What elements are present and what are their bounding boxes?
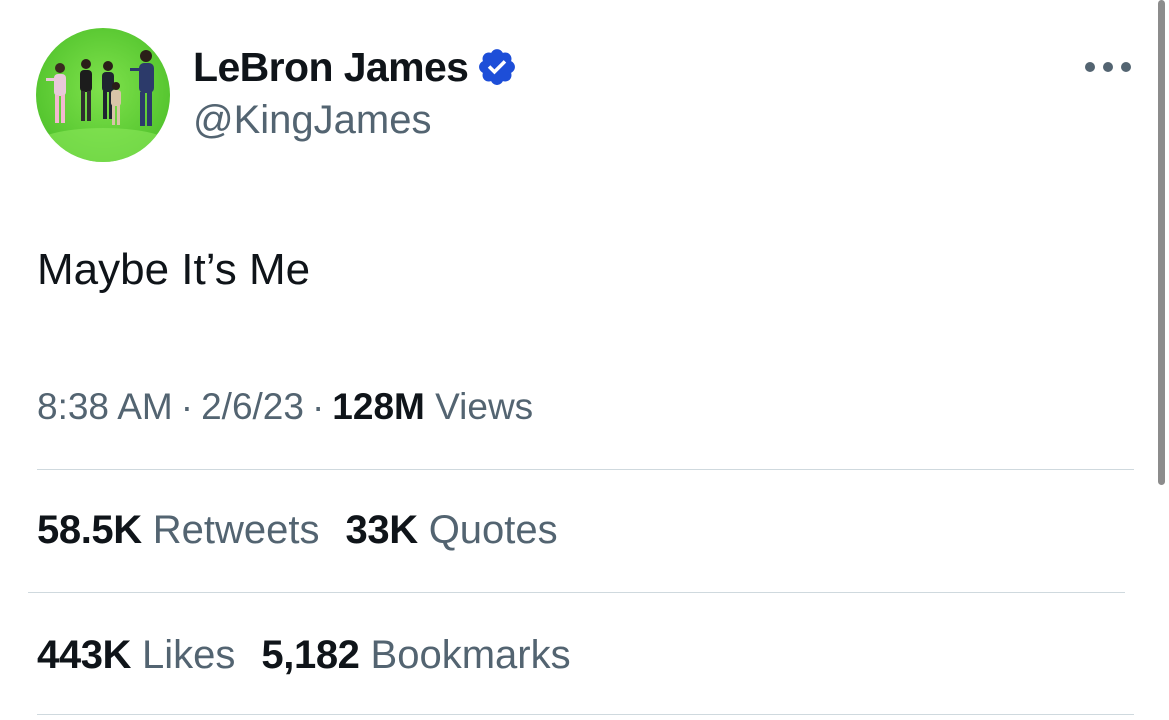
bookmarks-stat[interactable]: 5,182 Bookmarks [261,630,570,680]
engagement-row-1: 58.5K Retweets 33K Quotes [37,505,584,555]
likes-label: Likes [142,633,236,677]
views-label: Views [435,386,534,427]
divider [37,469,1134,470]
divider [37,714,1134,715]
tweet-detail-page: LeBron James @KingJames Maybe It’s Me 8:… [0,0,1169,720]
more-options-icon[interactable] [1085,56,1131,78]
divider [28,592,1125,593]
tweet-date[interactable]: 2/6/23 [201,386,304,427]
likes-count: 443K [37,633,132,677]
more-dot [1121,62,1131,72]
bookmarks-count: 5,182 [261,633,360,677]
author-names: LeBron James @KingJames [193,43,518,145]
tweet-metadata: 8:38 AM · 2/6/23 · 128M Views [37,383,533,431]
retweets-count: 58.5K [37,508,142,552]
display-name[interactable]: LeBron James [193,43,469,91]
quotes-count: 33K [345,508,419,552]
separator: · [180,386,194,427]
views-count: 128M [332,386,425,427]
tweet-time[interactable]: 8:38 AM [37,386,173,427]
separator: · [311,386,325,427]
quotes-stat[interactable]: 33K Quotes [346,505,558,555]
quotes-label: Quotes [428,508,558,552]
retweets-stat[interactable]: 58.5K Retweets [37,505,320,555]
more-dot [1103,62,1113,72]
name-row: LeBron James [193,43,518,91]
retweets-label: Retweets [152,508,320,552]
bookmarks-label: Bookmarks [370,633,571,677]
engagement-row-2: 443K Likes 5,182 Bookmarks [37,630,597,680]
scrollbar[interactable] [1158,0,1165,485]
avatar[interactable] [36,28,170,162]
tweet-text: Maybe It’s Me [37,245,311,294]
avatar-photo-icon [36,28,170,162]
more-dot [1085,62,1095,72]
handle[interactable]: @KingJames [193,95,518,145]
tweet-header: LeBron James @KingJames [36,28,518,162]
verified-badge-icon[interactable] [476,46,518,88]
likes-stat[interactable]: 443K Likes [37,630,235,680]
